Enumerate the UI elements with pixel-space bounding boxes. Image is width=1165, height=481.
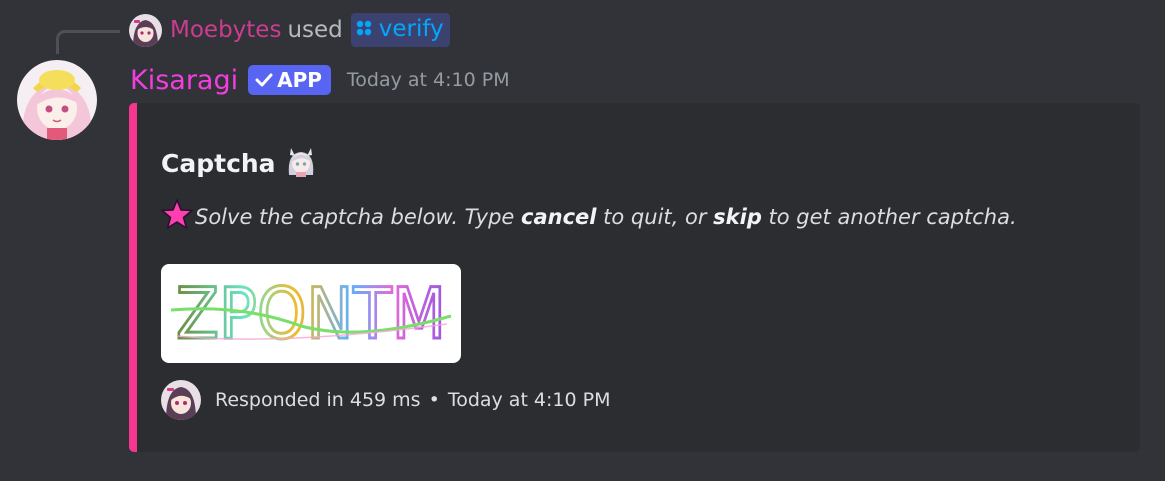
embed-description: Solve the captcha below. Type cancel to … <box>161 198 1017 235</box>
author-name[interactable]: Kisaragi <box>130 65 238 96</box>
embed-title-text: Captcha <box>161 148 276 178</box>
message-timestamp[interactable]: Today at 4:10 PM <box>347 69 510 91</box>
description-text-2: to quit, or <box>596 204 714 229</box>
captcha-image[interactable]: ZPONTM <box>161 264 461 363</box>
reply-connector <box>56 30 120 54</box>
footer-text: Responded in 459 ms • Today at 4:10 PM <box>215 389 611 411</box>
reply-username[interactable]: Moebytes <box>170 17 281 43</box>
description-keyword-cancel: cancel <box>521 204 597 229</box>
author-avatar[interactable] <box>17 60 97 140</box>
anime-girl-emoji-icon <box>284 143 318 183</box>
checkmark-icon <box>255 68 273 92</box>
description-keyword-skip: skip <box>713 204 762 229</box>
captcha-text: ZPONTM <box>176 273 446 355</box>
reply-verb: used <box>287 17 343 43</box>
embed-title: Captcha <box>161 143 318 183</box>
slash-command-icon <box>356 16 372 42</box>
footer-avatar <box>161 380 201 420</box>
description-text-3: to get another captcha. <box>761 204 1017 229</box>
captcha-graphic: ZPONTM <box>170 272 452 357</box>
footer-response: Responded in 459 ms <box>215 389 421 411</box>
message-header: Kisaragi APP Today at 4:10 PM <box>130 60 510 100</box>
reply-context[interactable]: Moebytes used verify <box>129 12 450 48</box>
footer-separator: • <box>428 389 440 411</box>
embed: Captcha Solve the captcha below. Type ca… <box>129 103 1140 452</box>
pink-star-icon <box>161 198 193 235</box>
badge-label: APP <box>277 68 322 92</box>
description-text-1: Solve the captcha below. Type <box>195 204 522 229</box>
reply-user-avatar[interactable] <box>129 13 162 47</box>
chat-message: Moebytes used verify Kisaragi APP Today … <box>0 0 1165 481</box>
command-mention[interactable]: verify <box>350 13 450 47</box>
footer-time: Today at 4:10 PM <box>447 389 611 411</box>
app-badge: APP <box>248 65 331 95</box>
command-name: verify <box>378 16 444 42</box>
embed-footer: Responded in 459 ms • Today at 4:10 PM <box>161 380 611 420</box>
